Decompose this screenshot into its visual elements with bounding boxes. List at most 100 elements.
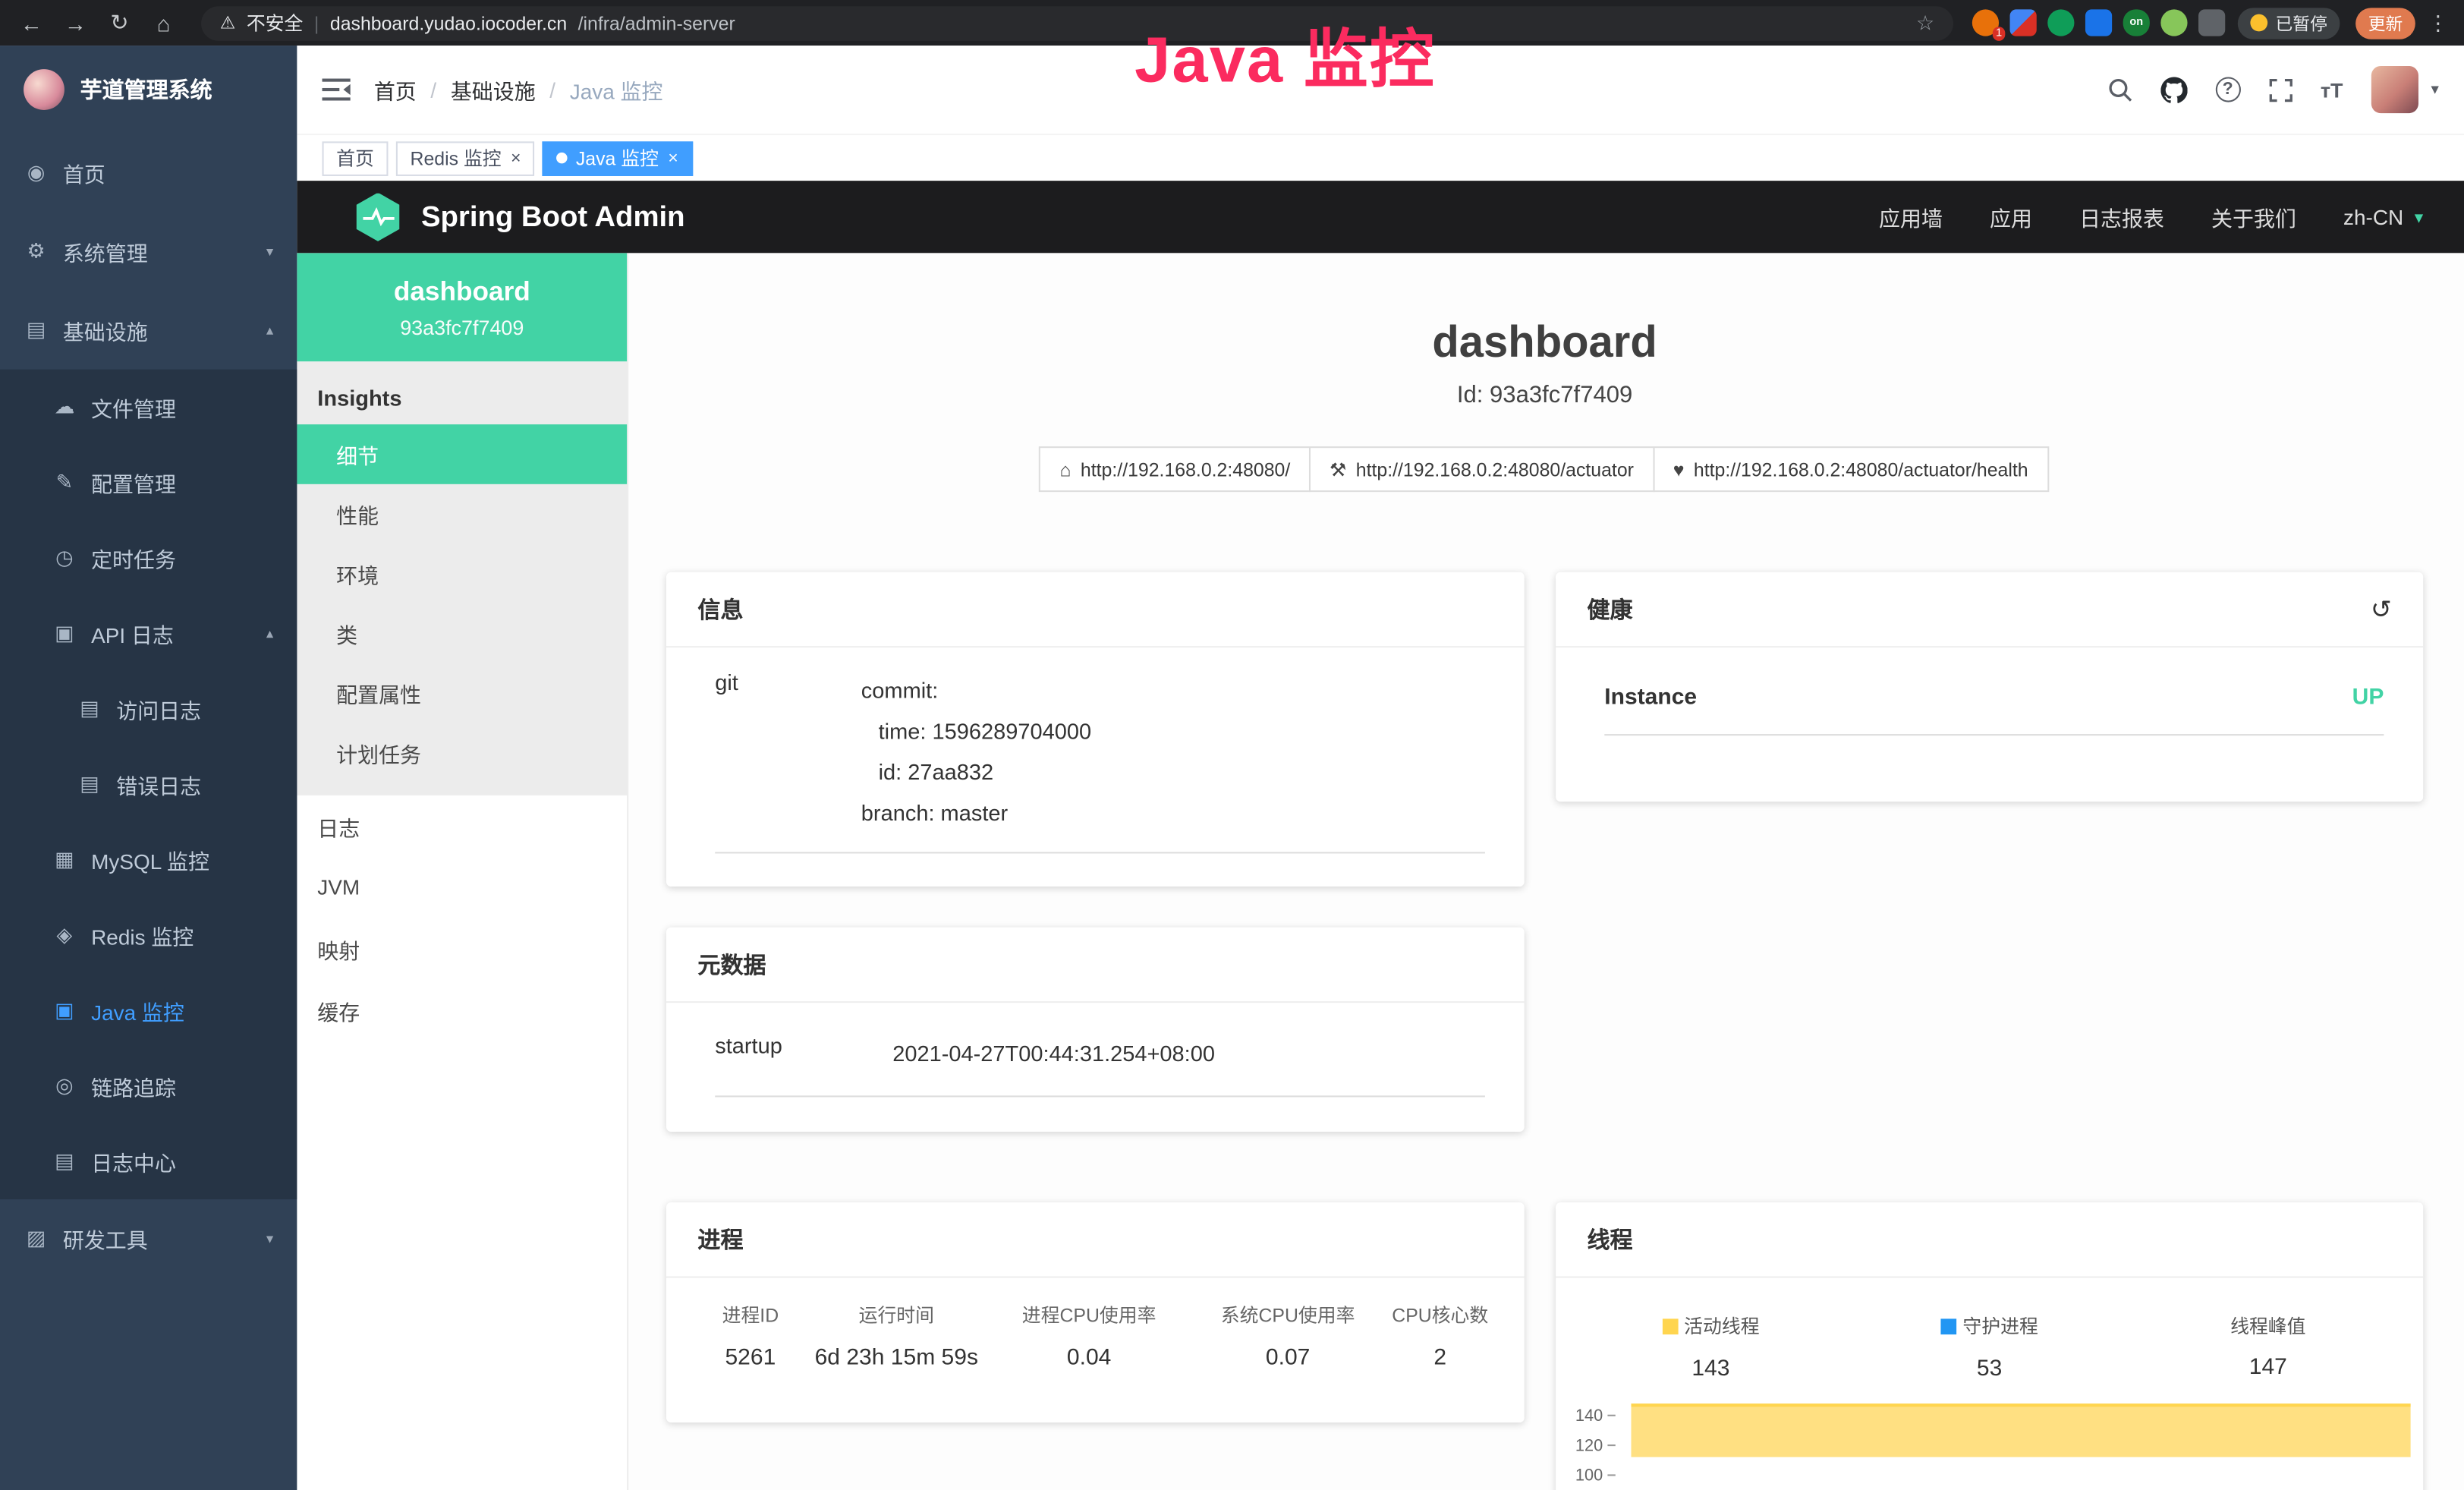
back-icon[interactable]: ←: [13, 4, 51, 42]
browser-home-icon[interactable]: ⌂: [145, 4, 183, 42]
sidebar-item-file[interactable]: ☁ 文件管理: [0, 370, 297, 445]
clock-icon: ◷: [52, 546, 77, 571]
breadcrumb-home[interactable]: 首页: [374, 74, 417, 105]
sba-item-config-props[interactable]: 配置属性: [297, 663, 627, 723]
sidebar-item-system[interactable]: ⚙ 系统管理 ▾: [0, 213, 297, 291]
github-icon[interactable]: [2160, 76, 2187, 102]
help-icon[interactable]: ?: [2215, 77, 2240, 102]
endpoint-health-url[interactable]: ♥ http://192.168.0.2:48080/actuator/heal…: [1653, 446, 2049, 492]
sba-item-caches[interactable]: 缓存: [297, 979, 627, 1041]
system-cpu: 0.07: [1197, 1346, 1377, 1371]
sba-item-scheduled-tasks[interactable]: 计划任务: [297, 723, 627, 783]
extensions-cluster: 1 on: [1972, 9, 2225, 36]
sidebar-item-job[interactable]: ◷ 定时任务: [0, 520, 297, 595]
pin-extension-icon[interactable]: [2010, 9, 2037, 36]
nav-about[interactable]: 关于我们: [2211, 201, 2296, 232]
bookmark-star-icon[interactable]: ☆: [1916, 10, 1934, 35]
process-card: 进程 进程ID5261 运行时间6d 23h 15m 59s 进程CPU使用率0…: [666, 1202, 1525, 1422]
sba-sidebar: dashboard 93a3fc7f7409 Insights 细节 性能 环境…: [297, 253, 628, 1490]
sidebar-item-dev-tools[interactable]: ▨ 研发工具 ▾: [0, 1199, 297, 1278]
close-icon[interactable]: ×: [668, 149, 678, 168]
process-pid: 5261: [688, 1346, 813, 1371]
fullscreen-icon[interactable]: [2269, 78, 2292, 102]
process-card-title: 进程: [666, 1202, 1525, 1277]
sidebar-item-error-log[interactable]: ▤ 错误日志: [0, 747, 297, 822]
search-icon[interactable]: [2107, 77, 2132, 102]
info-card-title: 信息: [666, 572, 1525, 647]
history-icon[interactable]: ↺: [2371, 594, 2392, 625]
app-logo[interactable]: 芋道管理系统: [0, 46, 297, 134]
cpu-cores: 2: [1378, 1346, 1503, 1371]
legend-live-threads: 活动线程 143: [1572, 1312, 1850, 1381]
avatar-caret-icon[interactable]: ▾: [2431, 81, 2438, 99]
url-divider: |: [314, 12, 319, 34]
sidebar-item-mysql[interactable]: ▦ MySQL 监控: [0, 822, 297, 897]
sidebar-item-config[interactable]: ✎ 配置管理: [0, 445, 297, 520]
sidebar-item-infra[interactable]: ▤ 基础设施 ▴: [0, 291, 297, 370]
health-card: 健康 ↺ Instance UP: [1556, 572, 2423, 802]
process-col-header: 系统CPU使用率: [1197, 1302, 1377, 1328]
switch-extension-icon[interactable]: on: [2123, 9, 2150, 36]
sba-item-metrics[interactable]: 性能: [297, 484, 627, 544]
chevron-up-icon: ▴: [266, 321, 273, 339]
sidebar-item-api-log[interactable]: ▣ API 日志 ▴: [0, 596, 297, 671]
close-icon[interactable]: ×: [511, 149, 521, 168]
info-card: 信息 git commit: time: 1596289704000 id: 2…: [666, 572, 1525, 887]
avatar-image: [2371, 66, 2418, 113]
hamburger-icon[interactable]: [323, 79, 351, 101]
sidebar-item-log-center[interactable]: ▤ 日志中心: [0, 1124, 297, 1199]
chrome-update-button[interactable]: 更新: [2355, 7, 2415, 38]
breadcrumb: 首页 / 基础设施 / Java 监控: [374, 74, 663, 105]
puzzle-extension-icon[interactable]: [2198, 9, 2225, 36]
check-extension-icon[interactable]: [2047, 9, 2074, 36]
tab-paused-badge[interactable]: 已暂停: [2238, 7, 2340, 38]
locale-select[interactable]: zh-CN ▾: [2343, 205, 2423, 228]
address-bar[interactable]: ⚠ 不安全 | dashboard.yudao.iocoder.cn/infra…: [201, 5, 1953, 40]
sidebar-item-redis[interactable]: ◈ Redis 监控: [0, 897, 297, 972]
sba-logo-icon: [354, 193, 402, 241]
left-card-column: 信息 git commit: time: 1596289704000 id: 2…: [666, 572, 1525, 1490]
breadcrumb-infra[interactable]: 基础设施: [451, 74, 536, 105]
health-card-title: 健康: [1588, 593, 1633, 625]
nav-wallboard[interactable]: 应用墙: [1879, 201, 1943, 232]
url-host: dashboard.yudao.iocoder.cn: [330, 12, 567, 34]
browser-menu-icon[interactable]: ⋮: [2428, 10, 2448, 35]
font-size-icon[interactable]: тT: [2321, 78, 2343, 102]
endpoint-actuator-url[interactable]: ⚒ http://192.168.0.2:48080/actuator: [1309, 446, 1654, 492]
tag-home[interactable]: 首页: [323, 140, 389, 175]
sba-item-details[interactable]: 细节: [297, 424, 627, 484]
nav-applications[interactable]: 应用: [1990, 201, 2032, 232]
dashboard-icon: ◉: [24, 160, 49, 185]
user-avatar[interactable]: [2371, 66, 2418, 113]
infra-icon: ▤: [24, 317, 49, 342]
sidebar-item-java-monitor[interactable]: ▣ Java 监控: [0, 973, 297, 1048]
forward-icon[interactable]: →: [57, 4, 95, 42]
sba-item-logs[interactable]: 日志: [297, 795, 627, 857]
sba-item-jvm[interactable]: JVM: [297, 857, 627, 918]
chevron-up-icon: ▴: [266, 625, 273, 642]
sba-item-mappings[interactable]: 映射: [297, 918, 627, 979]
insights-group: Insights 细节 性能 环境 类 配置属性 计划任务: [297, 361, 627, 795]
grid-extension-icon[interactable]: [2085, 9, 2112, 36]
process-col-header: 进程CPU使用率: [980, 1302, 1198, 1328]
tag-redis-monitor[interactable]: Redis 监控 ×: [396, 140, 535, 175]
reload-icon[interactable]: ↻: [101, 4, 139, 42]
sba-item-environment[interactable]: 环境: [297, 543, 627, 603]
breadcrumb-separator: /: [430, 78, 436, 102]
sidebar-item-home[interactable]: ◉ 首页: [0, 134, 297, 213]
chevron-down-icon: ▾: [266, 243, 273, 260]
nav-journal[interactable]: 日志报表: [2079, 201, 2164, 232]
endpoint-base-url[interactable]: ⌂ http://192.168.0.2:48080/: [1040, 446, 1311, 492]
live-threads-area: [1631, 1403, 2410, 1456]
threads-card-title: 线程: [1556, 1202, 2423, 1277]
sidebar-item-trace[interactable]: ◎ 链路追踪: [0, 1048, 297, 1123]
process-uptime: 6d 23h 15m 59s: [813, 1346, 980, 1371]
breadcrumb-current: Java 监控: [570, 74, 663, 105]
extension-icon[interactable]: 1: [1972, 9, 1999, 36]
tag-java-monitor[interactable]: Java 监控 ×: [543, 140, 692, 175]
sidebar-item-access-log[interactable]: ▤ 访问日志: [0, 671, 297, 746]
leaf-extension-icon[interactable]: [2160, 9, 2187, 36]
health-instance-row[interactable]: Instance UP: [1604, 647, 2384, 736]
sba-item-classes[interactable]: 类: [297, 603, 627, 663]
sba-brand[interactable]: Spring Boot Admin: [354, 193, 685, 241]
